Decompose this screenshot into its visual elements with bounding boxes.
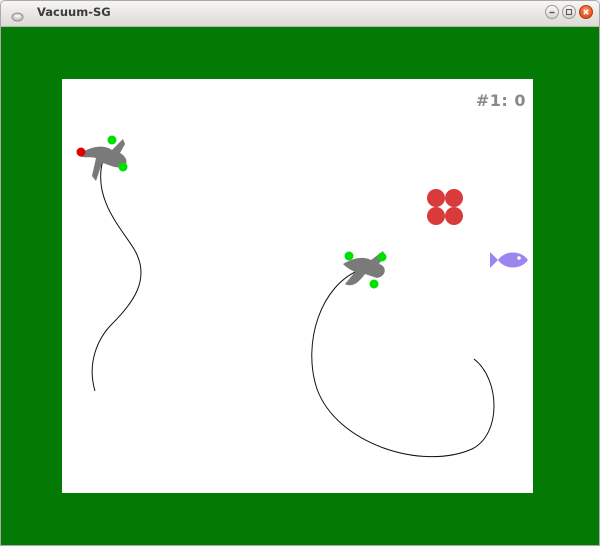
ship-marker-dot: [344, 251, 354, 261]
close-icon: [583, 9, 589, 15]
close-button[interactable]: [579, 5, 593, 19]
game-arena[interactable]: #1: 0: [62, 79, 533, 493]
ship-marker-dot: [369, 279, 379, 289]
title-bar[interactable]: Vacuum-SG: [1, 1, 599, 27]
game-field-border: #1: 0: [1, 27, 599, 545]
player-1-ship: [76, 135, 128, 181]
window-title: Vacuum-SG: [37, 5, 111, 19]
maximize-icon: [565, 8, 573, 16]
ship-marker-dot: [107, 135, 117, 145]
player-2-ship: [343, 251, 387, 289]
game-canvas: [76, 135, 528, 458]
ship-marker-dot: [377, 252, 387, 262]
minimize-icon: [549, 11, 555, 14]
fish-pickup: [490, 252, 528, 268]
minimize-button[interactable]: [545, 5, 559, 19]
flower-pickup: [427, 189, 463, 225]
player-1-trail: [91, 159, 142, 392]
ship-marker-dot: [76, 147, 86, 157]
ship-marker-dot: [118, 162, 128, 172]
window-menu-icon[interactable]: [11, 7, 24, 22]
app-window: Vacuum-SG #1: 0: [0, 0, 600, 546]
maximize-button[interactable]: [562, 5, 576, 19]
player-2-trail: [311, 268, 495, 458]
